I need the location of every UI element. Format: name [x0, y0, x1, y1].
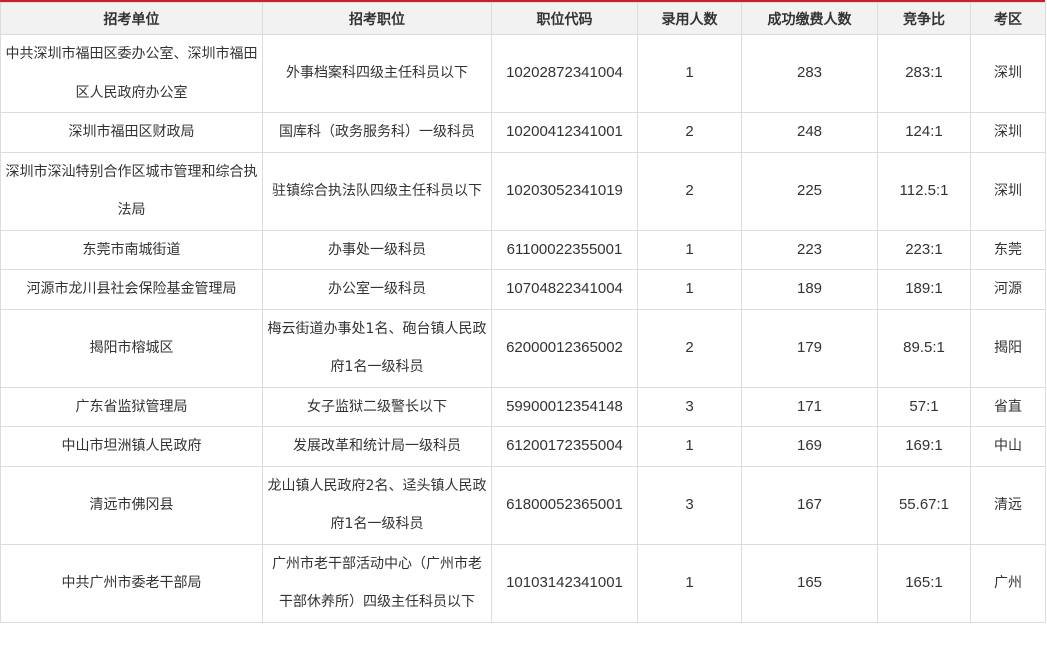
table-row: 揭阳市榕城区 梅云街道办事处1名、砲台镇人民政府1名一级科员 620000123… [0, 308, 1046, 388]
cell-ratio: 112.5:1 [877, 151, 971, 231]
table-row: 中共广州市委老干部局 广州市老干部活动中心（广州市老干部休养所）四级主任科员以下… [0, 543, 1046, 623]
cell-paid: 283 [741, 34, 878, 113]
cell-unit: 河源市龙川县社会保险基金管理局 [0, 269, 263, 310]
table-row: 深圳市福田区财政局 国库科（政务服务科）一级科员 10200412341001 … [0, 112, 1046, 153]
cell-code: 59900012354148 [491, 386, 638, 427]
cell-unit: 中共广州市委老干部局 [0, 543, 263, 623]
cell-position: 女子监狱二级警长以下 [262, 386, 492, 427]
cell-hires: 2 [637, 151, 742, 231]
cell-region: 清远 [970, 465, 1046, 545]
cell-code: 61100022355001 [491, 229, 638, 270]
cell-hires: 1 [637, 426, 742, 467]
cell-position: 广州市老干部活动中心（广州市老干部休养所）四级主任科员以下 [262, 543, 492, 623]
header-region: 考区 [970, 2, 1046, 35]
cell-hires: 3 [637, 465, 742, 545]
cell-region: 深圳 [970, 112, 1046, 153]
cell-code: 10103142341001 [491, 543, 638, 623]
cell-hires: 3 [637, 386, 742, 427]
cell-hires: 1 [637, 229, 742, 270]
cell-hires: 2 [637, 308, 742, 388]
cell-position: 驻镇综合执法队四级主任科员以下 [262, 151, 492, 231]
cell-code: 61200172355004 [491, 426, 638, 467]
cell-unit: 广东省监狱管理局 [0, 386, 263, 427]
table-row: 清远市佛冈县 龙山镇人民政府2名、迳头镇人民政府1名一级科员 618000523… [0, 465, 1046, 545]
table-row: 中共深圳市福田区委办公室、深圳市福田区人民政府办公室 外事档案科四级主任科员以下… [0, 34, 1046, 113]
cell-paid: 223 [741, 229, 878, 270]
table-row: 深圳市深汕特别合作区城市管理和综合执法局 驻镇综合执法队四级主任科员以下 102… [0, 151, 1046, 231]
cell-region: 广州 [970, 543, 1046, 623]
cell-ratio: 165:1 [877, 543, 971, 623]
cell-ratio: 189:1 [877, 269, 971, 310]
cell-paid: 165 [741, 543, 878, 623]
cell-ratio: 223:1 [877, 229, 971, 270]
table-row: 东莞市南城街道 办事处一级科员 61100022355001 1 223 223… [0, 229, 1046, 270]
cell-unit: 揭阳市榕城区 [0, 308, 263, 388]
cell-region: 省直 [970, 386, 1046, 427]
cell-unit: 东莞市南城街道 [0, 229, 263, 270]
cell-code: 10200412341001 [491, 112, 638, 153]
cell-paid: 189 [741, 269, 878, 310]
cell-position: 梅云街道办事处1名、砲台镇人民政府1名一级科员 [262, 308, 492, 388]
cell-paid: 167 [741, 465, 878, 545]
cell-unit: 清远市佛冈县 [0, 465, 263, 545]
header-position: 招考职位 [262, 2, 492, 35]
table-header-row: 招考单位 招考职位 职位代码 录用人数 成功缴费人数 竞争比 考区 [0, 2, 1046, 35]
header-unit: 招考单位 [0, 2, 263, 35]
cell-position: 发展改革和统计局一级科员 [262, 426, 492, 467]
cell-ratio: 283:1 [877, 34, 971, 113]
cell-position: 龙山镇人民政府2名、迳头镇人民政府1名一级科员 [262, 465, 492, 545]
cell-ratio: 124:1 [877, 112, 971, 153]
cell-region: 东莞 [970, 229, 1046, 270]
cell-position: 办事处一级科员 [262, 229, 492, 270]
cell-code: 62000012365002 [491, 308, 638, 388]
cell-position: 国库科（政务服务科）一级科员 [262, 112, 492, 153]
header-hires: 录用人数 [637, 2, 742, 35]
recruitment-table-container: 招考单位 招考职位 职位代码 录用人数 成功缴费人数 竞争比 考区 中共深圳市福… [0, 0, 1046, 623]
cell-ratio: 57:1 [877, 386, 971, 427]
cell-code: 10202872341004 [491, 34, 638, 113]
cell-position: 外事档案科四级主任科员以下 [262, 34, 492, 113]
cell-paid: 171 [741, 386, 878, 427]
cell-paid: 179 [741, 308, 878, 388]
cell-hires: 1 [637, 543, 742, 623]
cell-ratio: 89.5:1 [877, 308, 971, 388]
header-ratio: 竞争比 [877, 2, 971, 35]
header-code: 职位代码 [491, 2, 638, 35]
recruitment-table: 招考单位 招考职位 职位代码 录用人数 成功缴费人数 竞争比 考区 中共深圳市福… [0, 2, 1046, 623]
cell-ratio: 169:1 [877, 426, 971, 467]
cell-region: 深圳 [970, 151, 1046, 231]
cell-hires: 1 [637, 34, 742, 113]
cell-code: 10704822341004 [491, 269, 638, 310]
table-row: 中山市坦洲镇人民政府 发展改革和统计局一级科员 61200172355004 1… [0, 426, 1046, 467]
cell-region: 中山 [970, 426, 1046, 467]
table-row: 河源市龙川县社会保险基金管理局 办公室一级科员 10704822341004 1… [0, 269, 1046, 310]
cell-hires: 2 [637, 112, 742, 153]
cell-region: 深圳 [970, 34, 1046, 113]
cell-paid: 169 [741, 426, 878, 467]
cell-code: 61800052365001 [491, 465, 638, 545]
cell-position: 办公室一级科员 [262, 269, 492, 310]
cell-unit: 深圳市福田区财政局 [0, 112, 263, 153]
cell-unit: 中共深圳市福田区委办公室、深圳市福田区人民政府办公室 [0, 34, 263, 113]
table-row: 广东省监狱管理局 女子监狱二级警长以下 59900012354148 3 171… [0, 386, 1046, 427]
cell-unit: 中山市坦洲镇人民政府 [0, 426, 263, 467]
cell-ratio: 55.67:1 [877, 465, 971, 545]
cell-code: 10203052341019 [491, 151, 638, 231]
cell-unit: 深圳市深汕特别合作区城市管理和综合执法局 [0, 151, 263, 231]
header-paid: 成功缴费人数 [741, 2, 878, 35]
cell-paid: 248 [741, 112, 878, 153]
cell-region: 揭阳 [970, 308, 1046, 388]
cell-hires: 1 [637, 269, 742, 310]
cell-paid: 225 [741, 151, 878, 231]
cell-region: 河源 [970, 269, 1046, 310]
